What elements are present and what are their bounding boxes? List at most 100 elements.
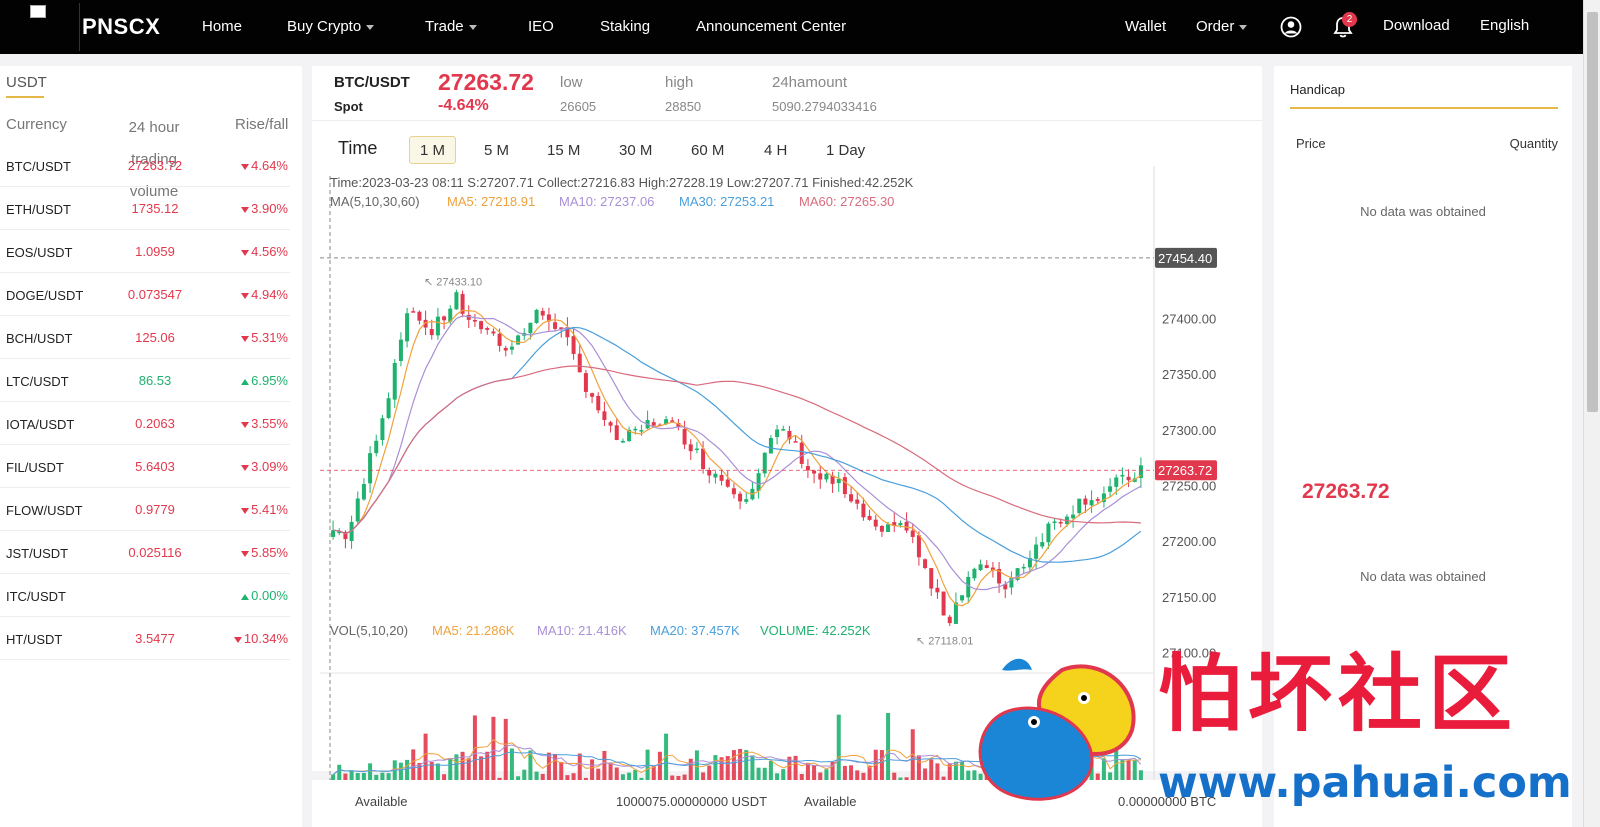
market-row[interactable]: FLOW/USDT 0.9779 5.41% — [0, 488, 290, 531]
candle-body — [534, 309, 539, 323]
ma5-readout: MA5: 27218.91 — [447, 194, 536, 209]
candle-body — [602, 411, 607, 421]
candle-body — [380, 418, 385, 441]
nav-staking[interactable]: Staking — [600, 18, 650, 35]
tab-timeframe-4h[interactable]: 4 H — [753, 136, 798, 164]
candle-body — [405, 313, 410, 342]
candle-body — [941, 591, 946, 616]
market-change: 5.85% — [241, 545, 288, 560]
page-scrollbar[interactable] — [1583, 0, 1600, 827]
tab-timeframe-15m[interactable]: 15 M — [536, 136, 591, 164]
candle-body — [775, 429, 780, 438]
nav-trade[interactable]: Trade — [425, 18, 477, 35]
nav-order[interactable]: Order — [1196, 18, 1248, 35]
watermark-url-text: www.pahuai.com — [1158, 758, 1572, 808]
candle-body — [781, 429, 786, 431]
candle-body — [398, 339, 403, 361]
low-value: 26605 — [560, 99, 597, 114]
nav-language[interactable]: English — [1480, 17, 1529, 34]
candle-body — [805, 466, 810, 471]
candle-body — [701, 448, 706, 470]
nav-wallet[interactable]: Wallet — [1125, 18, 1166, 35]
market-change: 4.64% — [241, 158, 288, 173]
candle-body — [479, 321, 484, 330]
nav-ieo[interactable]: IEO — [528, 18, 554, 35]
candle-body — [916, 535, 921, 558]
candle-body — [713, 473, 718, 478]
candle-body — [812, 470, 817, 474]
market-change-value: 3.55% — [251, 416, 288, 431]
candle-body — [861, 503, 866, 518]
market-row[interactable]: FIL/USDT 5.6403 3.09% — [0, 445, 290, 488]
candle-body — [1126, 476, 1131, 481]
divider — [312, 120, 1262, 121]
bids-empty-text: No data was obtained — [1360, 569, 1486, 584]
candle-body — [725, 479, 730, 487]
candle-body — [953, 602, 958, 624]
chevron-down-icon — [366, 24, 375, 30]
available-label: Available — [804, 794, 857, 809]
market-price: 86.53 — [138, 373, 172, 388]
brand-name[interactable]: PNSCX — [82, 14, 160, 40]
candle-body — [1034, 544, 1039, 559]
user-icon[interactable] — [1280, 16, 1302, 38]
market-price: 1.0959 — [135, 244, 175, 259]
market-row[interactable]: ETH/USDT 1735.12 3.90% — [0, 187, 290, 230]
market-pair: DOGE/USDT — [6, 288, 84, 303]
tab-timeframe-5m[interactable]: 5 M — [473, 136, 520, 164]
candle-body — [429, 329, 434, 336]
tab-timeframe-60m[interactable]: 60 M — [680, 136, 735, 164]
market-row[interactable]: EOS/USDT 1.0959 4.56% — [0, 230, 290, 273]
candle-body — [553, 322, 558, 329]
candle-body — [386, 398, 391, 418]
market-row[interactable]: DOGE/USDT 0.073547 4.94% — [0, 273, 290, 316]
candle-body — [731, 488, 736, 495]
market-row[interactable]: HT/USDT 3.5477 10.34% — [0, 617, 290, 660]
tab-timeframe-30m[interactable]: 30 M — [608, 136, 663, 164]
chevron-down-icon — [468, 24, 477, 30]
vol-legend-label: VOL(5,10,20) — [330, 623, 409, 638]
nav-download[interactable]: Download — [1383, 17, 1450, 34]
market-row[interactable]: IOTA/USDT 0.2063 3.55% — [0, 402, 290, 445]
candle-body — [966, 576, 971, 598]
market-change-value: 5.41% — [251, 502, 288, 517]
top-navbar: PNSCX Home Buy Crypto Trade IEO Staking … — [0, 0, 1600, 54]
market-row[interactable]: BCH/USDT 125.06 5.31% — [0, 316, 290, 359]
tab-timeframe-1day[interactable]: 1 Day — [815, 136, 876, 164]
crosshair-price-text: 27454.40 — [1158, 251, 1212, 266]
candle-body — [768, 438, 773, 454]
candle-body — [355, 498, 360, 522]
arrow-up-icon — [241, 593, 250, 600]
market-row[interactable]: BTC/USDT 27263.72 4.64% — [0, 144, 290, 187]
market-change-value: 4.94% — [251, 287, 288, 302]
available-label: Available — [355, 794, 408, 809]
market-row[interactable]: LTC/USDT 86.53 6.95% — [0, 359, 290, 402]
candle-body — [540, 310, 545, 316]
candle-body — [1095, 499, 1100, 501]
candle-body — [1021, 566, 1026, 569]
arrow-down-icon — [241, 421, 250, 428]
arrow-down-icon — [241, 206, 250, 213]
market-pair: EOS/USDT — [6, 245, 73, 260]
handicap-title[interactable]: Handicap — [1290, 82, 1345, 97]
market-row[interactable]: ITC/USDT 0.00% — [0, 574, 290, 617]
candle-body — [528, 322, 533, 334]
tab-usdt[interactable]: USDT — [6, 74, 47, 91]
logo-image[interactable] — [28, 3, 80, 51]
ma-legend-label: MA(5,10,30,60) — [330, 194, 420, 209]
candle-body — [509, 346, 514, 350]
nav-buy-crypto[interactable]: Buy Crypto — [287, 18, 375, 35]
candle-body — [577, 353, 582, 373]
nav-home[interactable]: Home — [202, 18, 242, 35]
market-row[interactable]: JST/USDT 0.025116 5.85% — [0, 531, 290, 574]
candle-body — [1108, 486, 1113, 492]
amount-label: 24hamount — [772, 74, 848, 91]
candle-body — [929, 568, 934, 589]
volume-bar — [664, 733, 669, 786]
scrollbar-thumb[interactable] — [1587, 12, 1598, 412]
nav-announcement-center[interactable]: Announcement Center — [696, 18, 846, 35]
candle-body — [947, 616, 952, 624]
tab-timeframe-1m[interactable]: 1 M — [409, 136, 457, 164]
notification-badge: 2 — [1342, 12, 1357, 27]
market-price: 0.073547 — [127, 287, 183, 302]
